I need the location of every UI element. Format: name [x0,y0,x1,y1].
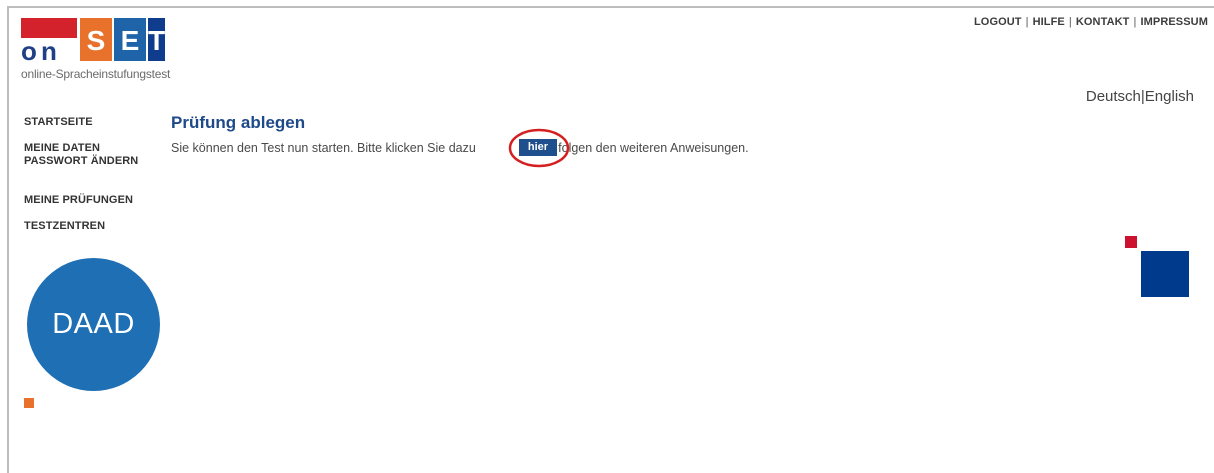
start-test-button[interactable]: hier [519,139,557,156]
logo-tagline: online-Spracheinstufungstest [21,67,171,81]
daad-logo-text: DAAD [52,308,135,340]
logo-letter-o: o [21,36,37,66]
language-switcher: Deutsch|English [1086,88,1194,105]
instruction-text-after: und folgen den weiteren Anweisungen. [533,141,749,155]
onset-logo[interactable]: o n S E T online-Spracheinstufungstest [21,18,170,84]
topnav-separator: | [1025,16,1029,28]
sidebar-item-meine-daten[interactable]: MEINE DATEN [24,142,164,155]
topnav-separator: | [1133,16,1137,28]
logo-letters: o n S E T [21,18,166,66]
kontakt-link[interactable]: KONTAKT [1076,16,1130,28]
logo-box-t: T [148,18,165,61]
sidebar: STARTSEITE MEINE DATEN PASSWORT ÄNDERN M… [24,116,164,233]
logo-box-s: S [80,18,112,61]
daad-logo[interactable]: DAAD [27,258,160,391]
instruction-text-before: Sie können den Test nun starten. Bitte k… [171,141,476,155]
top-navigation: LOGOUT | HILFE | KONTAKT | IMPRESSUM [974,16,1208,28]
logo-red-bar [21,18,77,38]
decorative-red-square [1125,236,1137,248]
topnav-separator: | [1068,16,1072,28]
impressum-link[interactable]: IMPRESSUM [1140,16,1208,28]
logo-letter-s: S [86,25,106,56]
lang-deutsch-link[interactable]: Deutsch [1086,88,1141,105]
sidebar-item-meine-pruefungen[interactable]: MEINE PRÜFUNGEN [24,194,164,207]
sidebar-item-startseite[interactable]: STARTSEITE [24,116,164,129]
decorative-orange-square [24,398,34,408]
lang-english-link[interactable]: English [1145,88,1194,105]
logo-letter-e: E [120,25,140,56]
sidebar-item-testzentren[interactable]: TESTZENTREN [24,220,164,233]
sidebar-item-passwort-aendern[interactable]: PASSWORT ÄNDERN [24,155,164,168]
logo-letter-t: T [148,25,166,56]
logout-link[interactable]: LOGOUT [974,16,1022,28]
page-frame [7,6,1214,473]
page-title: Prüfung ablegen [171,113,306,132]
instruction-text: Sie können den Test nun starten. Bitte k… [171,141,749,155]
hilfe-link[interactable]: HILFE [1033,16,1065,28]
logo-letter-n: n [41,36,57,66]
logo-box-e: E [114,18,146,61]
decorative-blue-square [1141,251,1189,297]
